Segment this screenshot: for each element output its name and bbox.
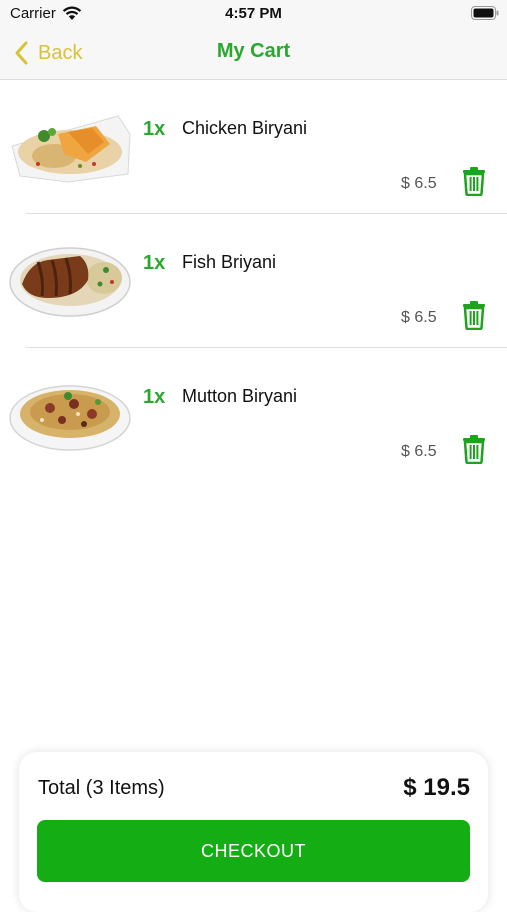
- total-value: $ 19.5: [403, 774, 470, 801]
- fish-briyani-image: [9, 247, 131, 317]
- cart-list: 1x Chicken Biryani $ 6.5 1x Fish Briyani…: [0, 80, 507, 482]
- item-quantity: 1x: [143, 386, 166, 408]
- status-bar: Carrier 4:57 PM: [0, 0, 507, 28]
- item-quantity: 1x: [143, 252, 166, 274]
- trash-icon[interactable]: [461, 300, 487, 330]
- item-name: Fish Briyani: [182, 252, 277, 272]
- item-name: Chicken Biryani: [182, 118, 308, 138]
- cart-item: 1x Chicken Biryani $ 6.5: [0, 80, 507, 214]
- battery-icon: [471, 6, 499, 20]
- cart-summary-card: Total (3 Items) $ 19.5 CHECKOUT: [19, 752, 488, 912]
- item-price: $ 6.5: [401, 443, 437, 460]
- item-price: $ 6.5: [401, 175, 437, 192]
- checkout-button[interactable]: CHECKOUT: [37, 820, 470, 882]
- chicken-biryani-image: [11, 115, 131, 183]
- mutton-biryani-image: [9, 385, 131, 451]
- status-time: 4:57 PM: [225, 5, 282, 22]
- navigation-bar: Back My Cart: [0, 28, 507, 80]
- item-name: Mutton Biryani: [182, 386, 298, 406]
- cart-item: 1x Fish Briyani $ 6.5: [0, 214, 507, 348]
- page-title: My Cart: [216, 40, 291, 62]
- trash-icon[interactable]: [461, 434, 487, 464]
- item-quantity: 1x: [143, 118, 166, 140]
- item-price: $ 6.5: [401, 309, 437, 326]
- trash-icon[interactable]: [461, 166, 487, 196]
- cart-item: 1x Mutton Biryani $ 6.5: [0, 348, 507, 482]
- total-label: Total (3 Items): [38, 777, 165, 799]
